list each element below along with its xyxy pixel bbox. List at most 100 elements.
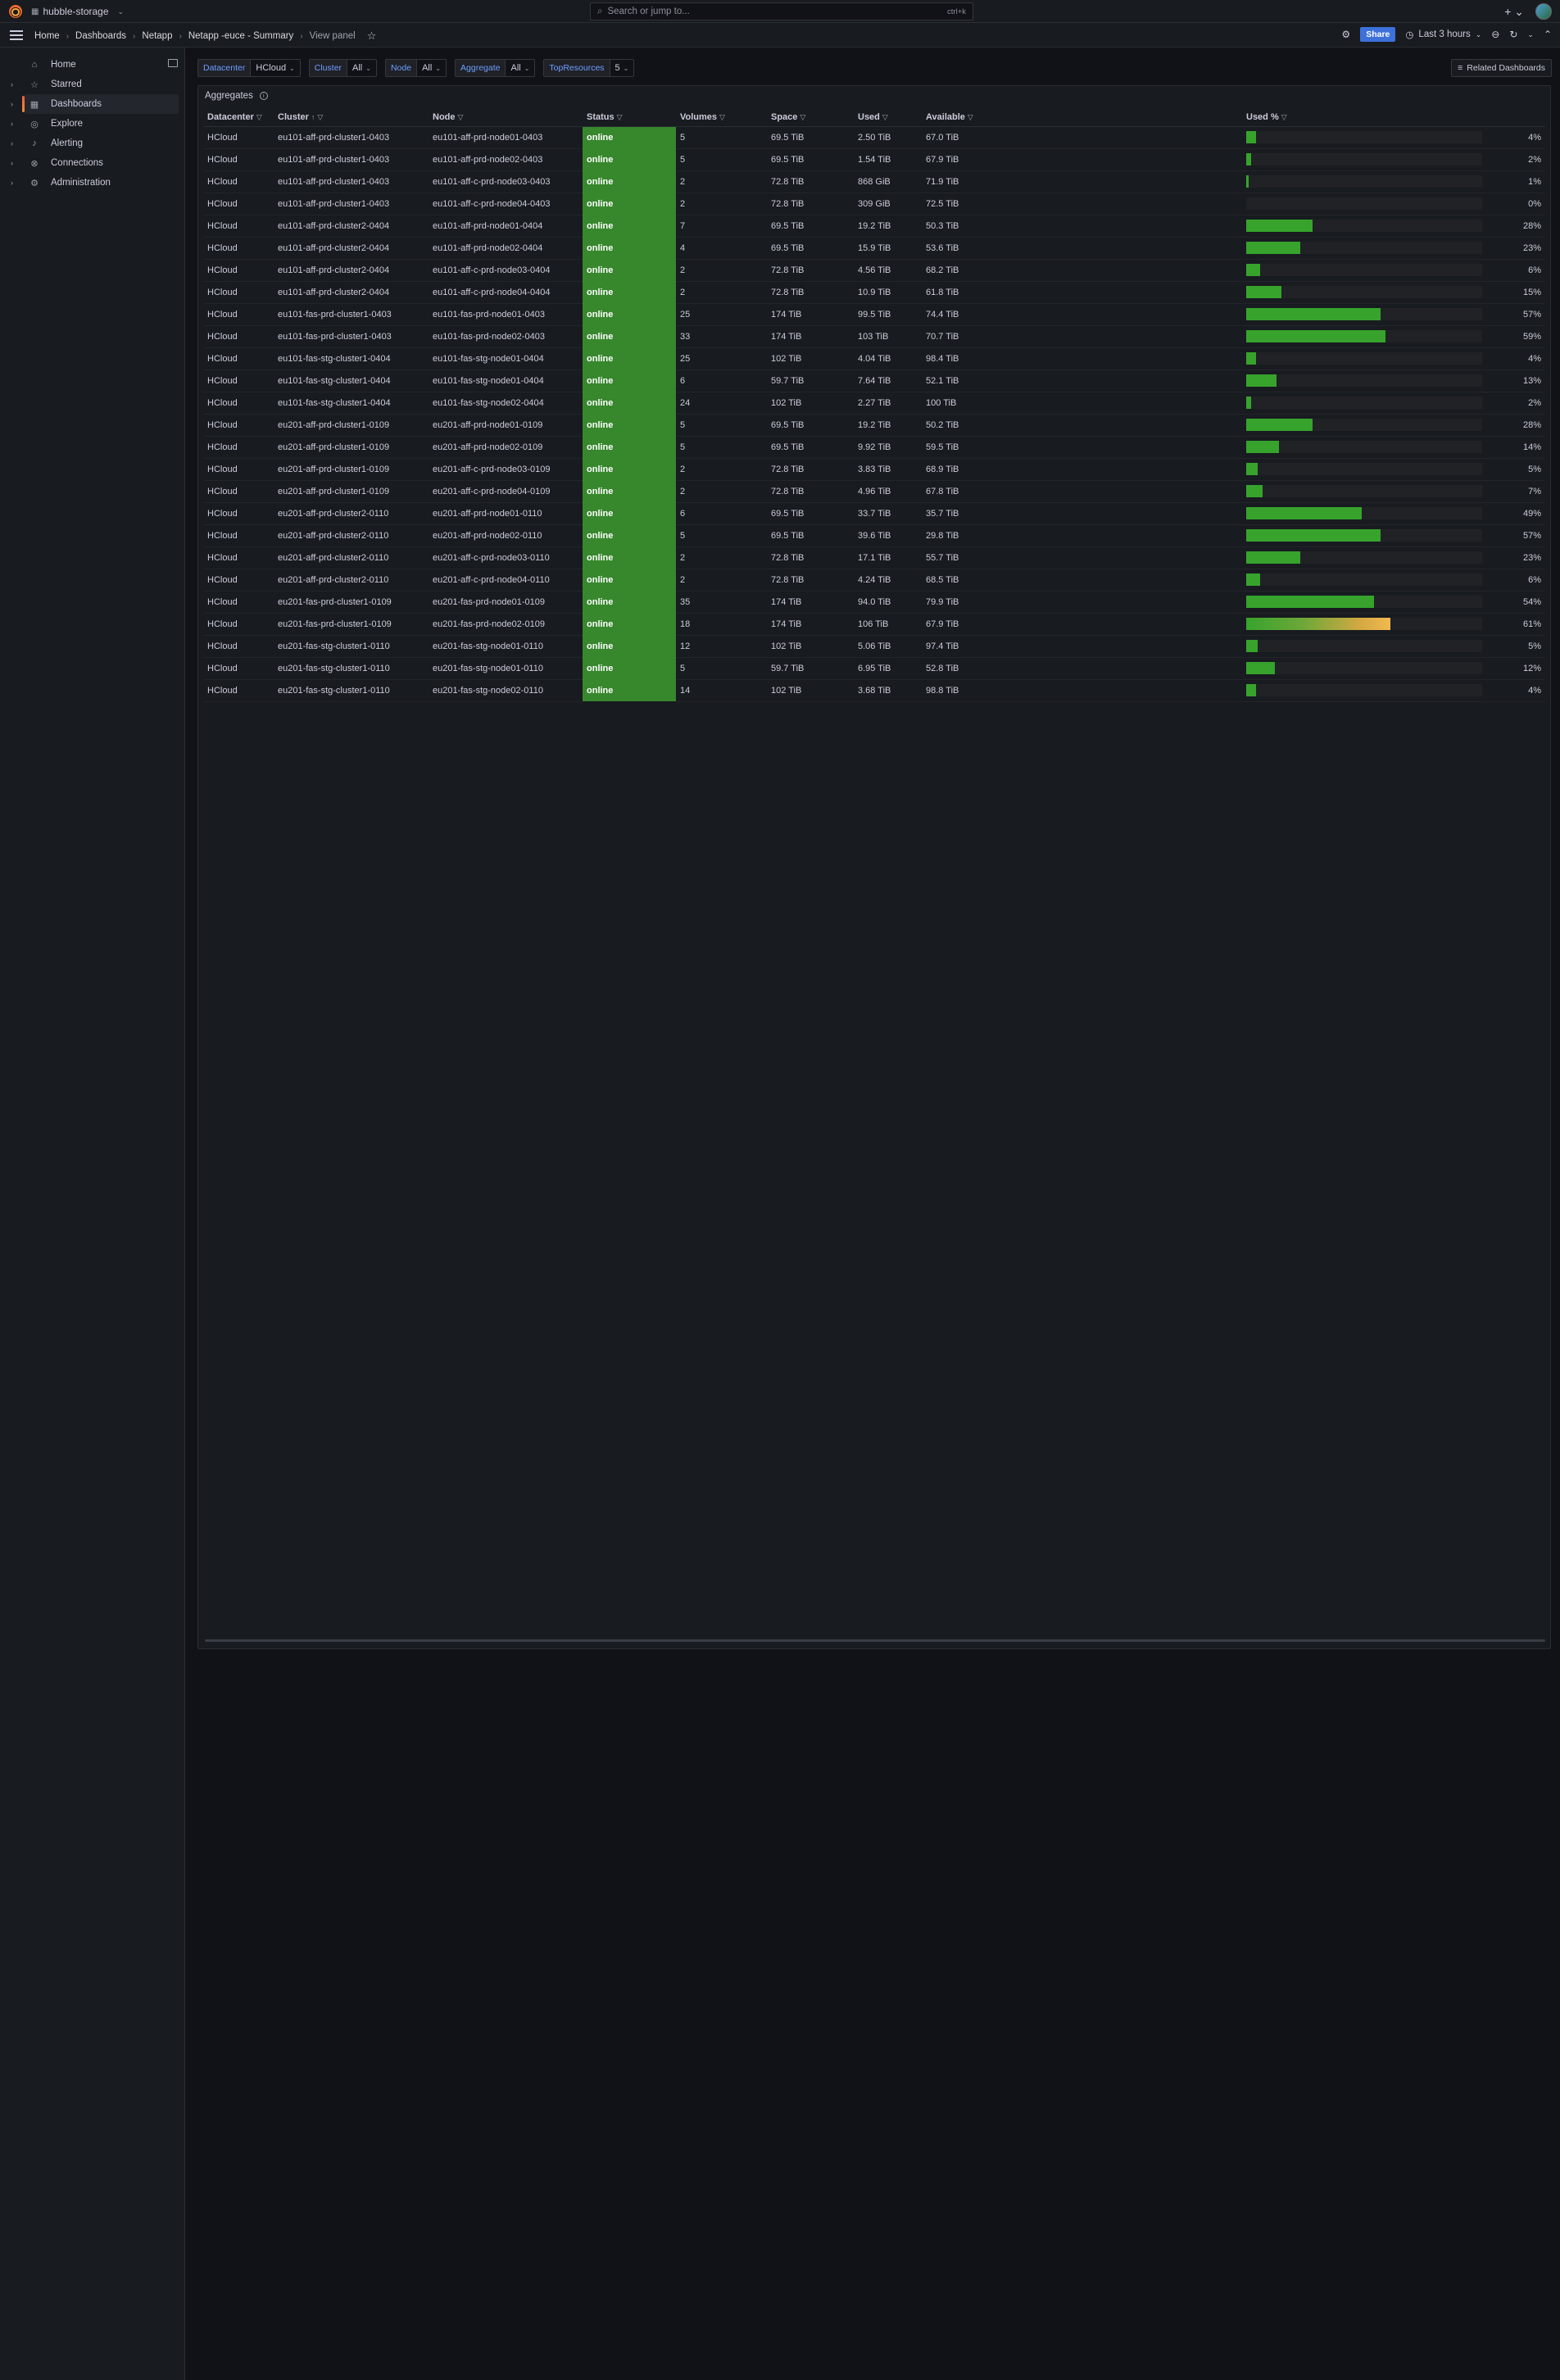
column-header[interactable]: Volumes ▽ — [676, 108, 767, 127]
table-row[interactable]: HCloud eu101-aff-prd-cluster2-0404 eu101-a… — [203, 237, 1545, 260]
table-row[interactable]: HCloud eu201-aff-prd-cluster2-0110 eu201-a… — [203, 524, 1545, 547]
table-row[interactable]: HCloud eu201-aff-prd-cluster2-0110 eu201-a… — [203, 502, 1545, 525]
column-header[interactable]: Available ▽ — [922, 108, 1242, 127]
chevron-right-icon[interactable]: › — [11, 100, 13, 108]
sidebar-item-explore[interactable]: › ◎ Explore — [0, 114, 185, 134]
sidebar-item-home[interactable]: ⌂ Home — [0, 55, 185, 75]
table-row[interactable]: HCloud eu201-fas-stg-cluster1-0110 eu201-f… — [203, 679, 1545, 702]
time-range-picker[interactable]: ◷ Last 3 hours ⌄ — [1405, 29, 1481, 40]
column-header[interactable]: Space ▽ — [767, 108, 854, 127]
column-header[interactable]: Status ▽ — [583, 108, 676, 127]
status-cell: online — [583, 193, 676, 215]
sort-ascending-icon[interactable]: ↑ — [311, 113, 315, 121]
table-row[interactable]: HCloud eu201-aff-prd-cluster2-0110 eu201-a… — [203, 546, 1545, 569]
chevron-down-icon[interactable]: ⌄ — [1527, 30, 1534, 39]
volumes-cell: 14 — [676, 679, 767, 702]
variable-node[interactable]: Node All ⌄ — [384, 59, 447, 77]
table-row[interactable]: HCloud eu101-aff-prd-cluster2-0404 eu101-a… — [203, 259, 1545, 282]
variable-value-select[interactable]: 5 ⌄ — [609, 59, 635, 77]
table-row[interactable]: HCloud eu101-aff-prd-cluster2-0404 eu101-a… — [203, 281, 1545, 304]
table-row[interactable]: HCloud eu201-aff-prd-cluster1-0109 eu201-a… — [203, 436, 1545, 459]
column-header-label: Cluster — [278, 111, 309, 122]
table-row[interactable]: HCloud eu201-fas-prd-cluster1-0109 eu201-f… — [203, 613, 1545, 636]
variable-value-select[interactable]: All ⌄ — [505, 59, 536, 77]
cluster-cell: eu101-aff-prd-cluster2-0404 — [274, 259, 429, 282]
table-row[interactable]: HCloud eu101-fas-stg-cluster1-0404 eu101-f… — [203, 369, 1545, 392]
breadcrumb-dashboards[interactable]: Dashboards — [75, 31, 126, 41]
collapse-icon[interactable]: ⌃ — [1544, 29, 1552, 40]
sidebar-item-dashboards[interactable]: › ▦ Dashboards — [11, 94, 179, 114]
filter-icon[interactable]: ▽ — [968, 113, 973, 121]
star-icon[interactable]: ☆ — [367, 29, 377, 43]
variable-datacenter[interactable]: Datacenter HCloud ⌄ — [197, 59, 301, 77]
sidebar-item-administration[interactable]: › ⚙ Administration — [0, 173, 185, 193]
grafana-logo-icon[interactable] — [9, 5, 22, 18]
table-row[interactable]: HCloud eu101-aff-prd-cluster1-0403 eu101-a… — [203, 170, 1545, 193]
table-row[interactable]: HCloud eu101-fas-stg-cluster1-0404 eu101-f… — [203, 347, 1545, 370]
variable-value-select[interactable]: All ⌄ — [416, 59, 447, 77]
related-dashboards-button[interactable]: ≡ Related Dashboards — [1451, 59, 1552, 77]
filter-icon[interactable]: ▽ — [1281, 113, 1287, 121]
used-percent-gauge — [1246, 551, 1482, 564]
filter-icon[interactable]: ▽ — [617, 113, 623, 121]
volumes-cell: 33 — [676, 325, 767, 348]
chevron-right-icon[interactable]: › — [11, 139, 13, 147]
info-icon[interactable]: i — [259, 92, 268, 100]
chevron-right-icon[interactable]: › — [11, 159, 13, 167]
share-button[interactable]: Share — [1360, 27, 1396, 42]
filter-icon[interactable]: ▽ — [317, 113, 323, 121]
column-header[interactable]: Used % ▽ — [1242, 108, 1545, 127]
table-row[interactable]: HCloud eu201-fas-prd-cluster1-0109 eu201-f… — [203, 591, 1545, 614]
table-row[interactable]: HCloud eu201-aff-prd-cluster1-0109 eu201-a… — [203, 414, 1545, 437]
breadcrumb-netapp[interactable]: Netapp — [142, 31, 172, 41]
column-header[interactable]: Used ▽ — [854, 108, 922, 127]
variable-value-select[interactable]: HCloud ⌄ — [250, 59, 301, 77]
table-row[interactable]: HCloud eu201-aff-prd-cluster2-0110 eu201-a… — [203, 569, 1545, 592]
variable-aggregate[interactable]: Aggregate All ⌄ — [455, 59, 536, 77]
variable-value-select[interactable]: All ⌄ — [347, 59, 377, 77]
used-cell: 7.64 TiB — [854, 369, 922, 392]
sidebar-item-connections[interactable]: › ⊗ Connections — [0, 153, 185, 173]
refresh-icon[interactable]: ↻ — [1509, 29, 1517, 40]
table-row[interactable]: HCloud eu101-fas-stg-cluster1-0404 eu101-f… — [203, 392, 1545, 415]
menu-toggle-icon[interactable] — [10, 30, 23, 40]
sidebar-item-starred[interactable]: › ☆ Starred — [0, 75, 185, 94]
search-input[interactable]: ⌕ Search or jump to... ctrl+k — [590, 2, 973, 20]
table-row[interactable]: HCloud eu201-fas-stg-cluster1-0110 eu201-f… — [203, 657, 1545, 680]
filter-icon[interactable]: ▽ — [458, 113, 464, 121]
table-row[interactable]: HCloud eu101-fas-prd-cluster1-0403 eu101-f… — [203, 325, 1545, 348]
sidebar-item-alerting[interactable]: › ♪ Alerting — [0, 134, 185, 153]
add-new-icon[interactable]: + ⌄ — [1504, 5, 1524, 19]
chevron-right-icon[interactable]: › — [11, 179, 13, 187]
table-row[interactable]: HCloud eu201-fas-stg-cluster1-0110 eu201-f… — [203, 635, 1545, 658]
breadcrumb-home[interactable]: Home — [34, 31, 60, 41]
dashboards-icon: ▦ — [29, 99, 39, 110]
column-header[interactable]: Datacenter ▽ — [203, 108, 274, 127]
variable-topresources[interactable]: TopResources 5 ⌄ — [543, 59, 635, 77]
table-row[interactable]: HCloud eu101-fas-prd-cluster1-0403 eu101-f… — [203, 303, 1545, 326]
table-row[interactable]: HCloud eu201-aff-prd-cluster1-0109 eu201-a… — [203, 458, 1545, 481]
used-percent-gauge — [1246, 308, 1482, 320]
filter-icon[interactable]: ▽ — [882, 113, 888, 121]
table-row[interactable]: HCloud eu101-aff-prd-cluster1-0403 eu101-a… — [203, 126, 1545, 149]
filter-icon[interactable]: ▽ — [800, 113, 805, 121]
org-switcher[interactable]: ▦ hubble-storage ⌄ — [31, 6, 124, 17]
zoom-out-icon[interactable]: ⊖ — [1491, 29, 1499, 40]
horizontal-scrollbar[interactable] — [205, 1639, 1545, 1642]
breadcrumb-dashboard[interactable]: Netapp -euce - Summary — [188, 31, 293, 41]
column-header[interactable]: Cluster ↑ ▽ — [274, 108, 429, 127]
used-percent-cell: 23% — [1242, 546, 1545, 569]
table-row[interactable]: HCloud eu201-aff-prd-cluster1-0109 eu201-a… — [203, 480, 1545, 503]
table-row[interactable]: HCloud eu101-aff-prd-cluster2-0404 eu101-a… — [203, 215, 1545, 238]
table-row[interactable]: HCloud eu101-aff-prd-cluster1-0403 eu101-a… — [203, 193, 1545, 215]
table-row[interactable]: HCloud eu101-aff-prd-cluster1-0403 eu101-a… — [203, 148, 1545, 171]
chevron-right-icon[interactable]: › — [11, 120, 13, 128]
column-header[interactable]: Node ▽ — [429, 108, 583, 127]
filter-icon[interactable]: ▽ — [256, 113, 262, 121]
chevron-right-icon[interactable]: › — [11, 80, 13, 88]
filter-icon[interactable]: ▽ — [719, 113, 725, 121]
settings-icon[interactable]: ⚙ — [1341, 29, 1350, 40]
avatar[interactable] — [1535, 3, 1552, 20]
variable-cluster[interactable]: Cluster All ⌄ — [308, 59, 377, 77]
used-percent-gauge — [1246, 507, 1482, 519]
